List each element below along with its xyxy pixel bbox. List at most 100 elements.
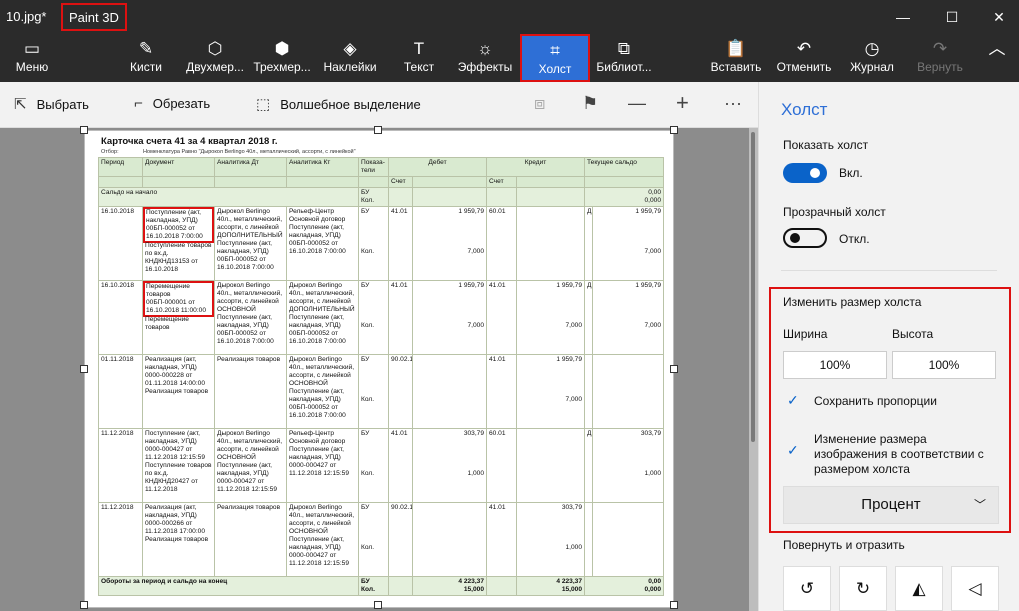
flip-vertical-button[interactable]: ◭ (895, 566, 943, 611)
app-name: Paint 3D (61, 3, 127, 31)
canvas-image[interactable]: Карточка счета 41 за 4 квартал 2018 г. О… (84, 130, 674, 608)
redo-icon: ↷ (932, 39, 948, 58)
shapes2d-icon: ⬡ (207, 39, 223, 58)
shapes3d-button[interactable]: ⬢ Трехмер... (250, 34, 314, 82)
library-button[interactable]: ⧉ Библиот... (594, 34, 654, 82)
resize-canvas-title: Изменить размер холста (783, 295, 922, 309)
effects-button[interactable]: ☼ Эффекты (456, 34, 514, 82)
brushes-label: Кисти (130, 60, 162, 74)
canvas-button[interactable]: ⌗ Холст (520, 34, 590, 82)
file-name: 10.jpg* (6, 9, 47, 24)
shapes3d-label: Трехмер... (253, 60, 311, 74)
resize-handle-t[interactable] (374, 126, 382, 134)
stickers-button[interactable]: ◈ Наклейки (320, 34, 380, 82)
flip-horizontal-button[interactable]: ◁ (951, 566, 999, 611)
maximize-button[interactable]: ☐ (929, 0, 975, 34)
rotate-right-icon: ↻ (855, 579, 871, 598)
chevron-down-icon: ﹀ (973, 498, 986, 512)
resize-handle-tr[interactable] (670, 126, 678, 134)
clipboard-icon: 📋 (725, 39, 747, 58)
view3d-icon[interactable]: ⧈ (534, 93, 545, 114)
header-document: Документ (142, 157, 215, 177)
select-tool[interactable]: ⇱ Выбрать (14, 95, 89, 113)
text-icon: T (413, 39, 425, 58)
select-label: Выбрать (36, 97, 89, 112)
undo-button[interactable]: ↶ Отменить (774, 34, 834, 82)
transparent-canvas-toggle[interactable] (783, 228, 827, 248)
height-input[interactable]: 100% (892, 351, 996, 379)
magic-select-tool[interactable]: ⬚ Волшебное выделение (256, 95, 421, 113)
menu-label: Меню (15, 60, 49, 74)
resize-handle-r[interactable] (670, 365, 678, 373)
collapse-ribbon-button[interactable]: ︿ (982, 34, 1012, 82)
resize-handle-br[interactable] (670, 601, 678, 609)
close-button[interactable]: ✕ (976, 0, 1019, 34)
resize-image-label: Изменение размера изображения в соответст… (814, 432, 984, 476)
header-debet-acc: Счет (388, 176, 413, 188)
rotate-left-button[interactable]: ↺ (783, 566, 831, 611)
undo-label: Отменить (776, 60, 832, 74)
resize-handle-bl[interactable] (80, 601, 88, 609)
saldo-start-row: Сальдо на начало БУ Кол. 0,00 0,000 (98, 187, 665, 207)
zoom-in-icon[interactable]: + (676, 90, 689, 116)
redo-button[interactable]: ↷ Вернуть (912, 34, 968, 82)
highlighted-document: Перемещение товаров 00БП-000001 от 16.10… (143, 281, 214, 317)
resize-image-checkbox[interactable]: ✓ (787, 442, 799, 459)
resize-handle-l[interactable] (80, 365, 88, 373)
zoom-out-icon[interactable]: — (628, 93, 646, 114)
menu-icon: ▭ (23, 39, 41, 58)
keep-ratio-checkbox[interactable]: ✓ (787, 392, 799, 409)
show-canvas-label: Показать холст (783, 138, 869, 152)
header-period: Период (98, 157, 143, 177)
account-card-table: Период Документ Аналитика Дт Аналитика К… (98, 157, 665, 596)
text-button[interactable]: T Текст (398, 34, 440, 82)
vertical-scrollbar[interactable] (749, 128, 758, 611)
stickers-label: Наклейки (323, 60, 377, 74)
minimize-button[interactable]: — (880, 0, 926, 34)
header-analytics-dt: Аналитика Дт (214, 157, 287, 177)
shapes2d-button[interactable]: ⬡ Двухмер... (184, 34, 246, 82)
shapes2d-label: Двухмер... (186, 60, 244, 74)
width-label: Ширина (783, 327, 828, 341)
sun-icon: ☼ (477, 39, 493, 58)
crop-icon: ⌐ (134, 95, 143, 112)
ribbon: ▭ Меню ✎ Кисти ⬡ Двухмер... ⬢ Трехмер... ◈ На… (0, 34, 1019, 82)
header-analytics-kt: Аналитика Кт (286, 157, 359, 177)
doc-title: Карточка счета 41 за 4 квартал 2018 г. (101, 136, 278, 147)
cube-icon: ⬢ (274, 39, 290, 58)
menu-button[interactable]: ▭ Меню (6, 34, 58, 82)
table-row: 01.11.2018 Реализация (акт, накладная, УП… (98, 354, 665, 429)
flag-icon[interactable]: ⚑ (582, 93, 598, 114)
flip-vertical-icon: ◭ (912, 579, 926, 598)
toggle-knob (810, 168, 820, 178)
height-label: Высота (892, 327, 934, 341)
unit-value: Процент (861, 496, 921, 513)
show-canvas-state: Вкл. (839, 166, 863, 180)
paste-label: Вставить (710, 60, 762, 74)
brushes-button[interactable]: ✎ Кисти (120, 34, 172, 82)
resize-handle-b[interactable] (374, 601, 382, 609)
magic-select-icon: ⬚ (256, 96, 271, 113)
library-label: Библиот... (596, 60, 652, 74)
history-label: Журнал (850, 60, 894, 74)
history-button[interactable]: ◷ Журнал (846, 34, 898, 82)
show-canvas-toggle[interactable] (783, 163, 827, 183)
title-bar: 10.jpg* Paint 3D — ☐ ✕ (0, 0, 1019, 34)
rotate-right-button[interactable]: ↻ (839, 566, 887, 611)
chevron-up-icon: ︿ (988, 39, 1006, 58)
table-row: 11.12.2018 Поступление (акт, накладная, У… (98, 428, 665, 503)
rotate-left-icon: ↺ (799, 579, 815, 598)
rotate-flip-title: Повернуть и отразить (783, 538, 905, 552)
table-row: 16.10.2018 Поступление (акт, накладная, У… (98, 206, 665, 281)
header-kredit: Кредит (486, 157, 586, 177)
paste-button[interactable]: 📋 Вставить (708, 34, 764, 82)
width-input[interactable]: 100% (783, 351, 887, 379)
resize-handle-tl[interactable] (80, 126, 88, 134)
more-icon[interactable]: ··· (724, 93, 742, 114)
scrollbar-thumb[interactable] (751, 132, 755, 442)
highlighted-document: Поступление (акт, накладная, УПД) 00БП-0… (143, 207, 214, 243)
header-debet: Дебет (387, 157, 488, 177)
unit-dropdown[interactable]: Процент ﹀ (783, 486, 999, 524)
table-row: 11.12.2018 Реализация (акт, накладная, УП… (98, 502, 665, 577)
crop-tool[interactable]: ⌐ Обрезать (134, 95, 210, 112)
